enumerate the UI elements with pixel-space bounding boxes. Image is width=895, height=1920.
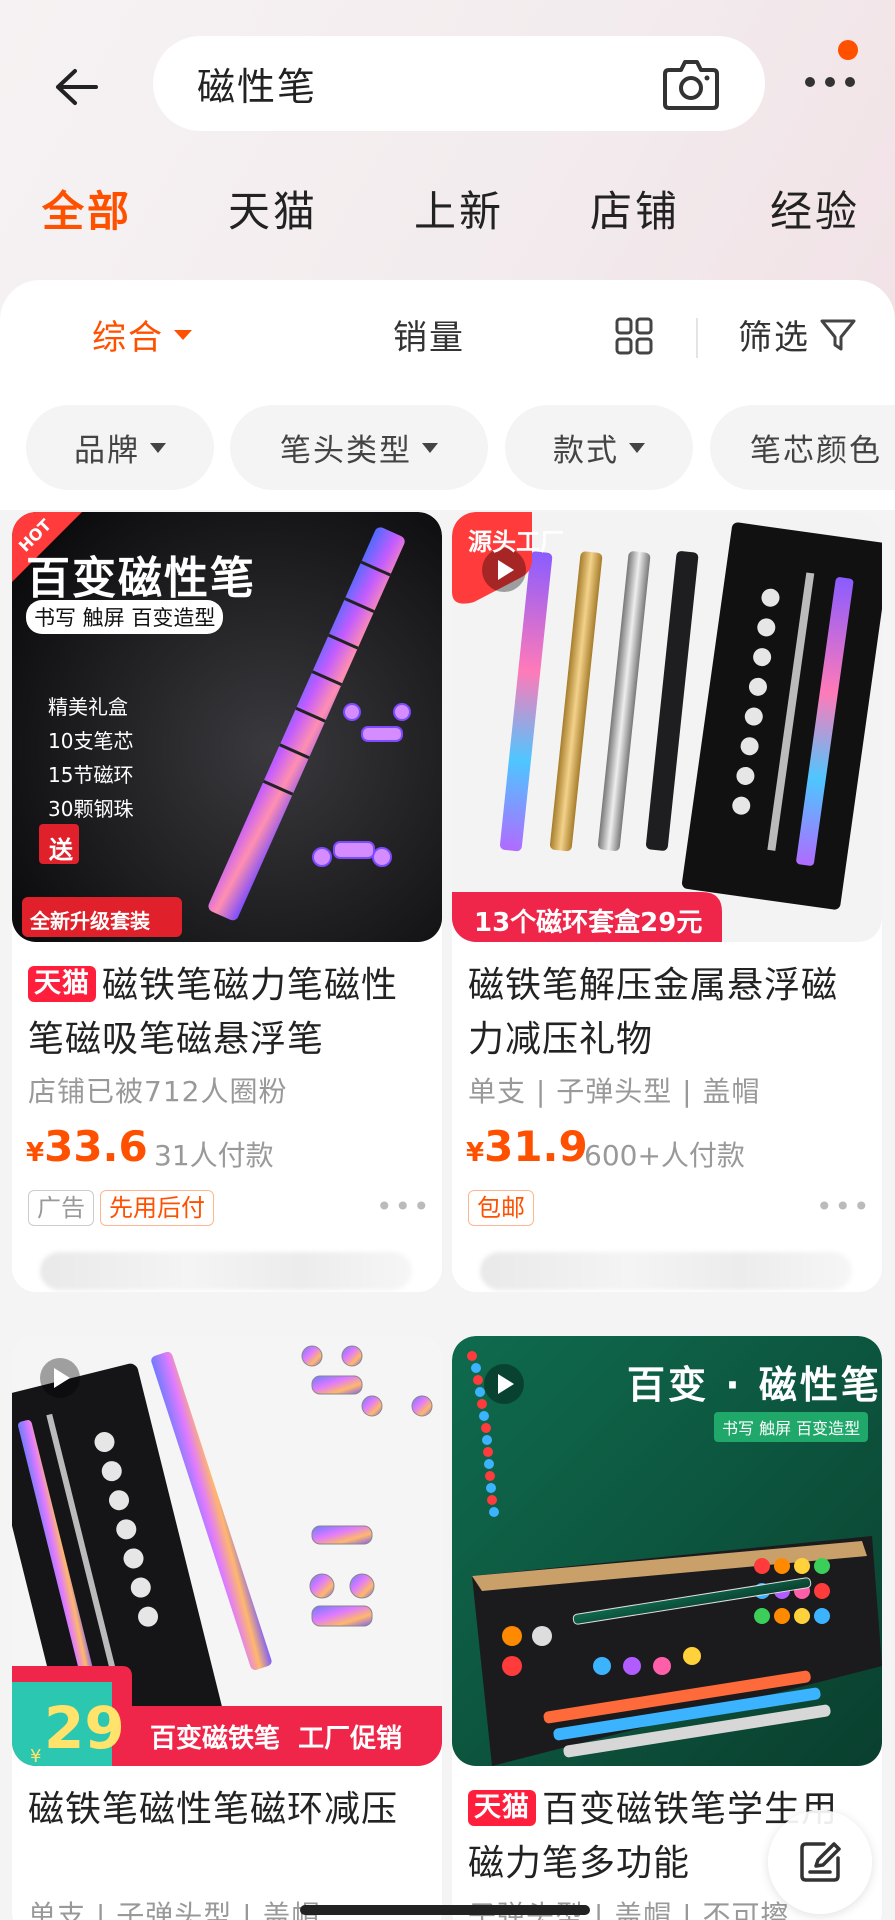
pay-later-tag: 先用后付 xyxy=(100,1190,214,1226)
shop-followers: 店铺已被712人圈粉 xyxy=(28,1075,288,1108)
product-image[interactable]: HOT 百变磁性笔 书写 触屏 百变造型 精美礼盒 10支笔芯 15节磁环 30… xyxy=(12,512,442,942)
tab-shops[interactable]: 店铺 xyxy=(590,178,680,239)
currency-symbol: ¥ xyxy=(466,1138,485,1168)
image-bottom-banner: 13个磁环套盒29元 xyxy=(474,908,703,938)
chip-brand-label: 品牌 xyxy=(74,433,140,469)
camera-search-button[interactable] xyxy=(661,56,721,112)
filter-label: 筛选 xyxy=(738,318,810,358)
product-price: ¥33.6 xyxy=(26,1122,148,1171)
product-specs: 单支 | 子弹头型 | 盖帽 xyxy=(468,1075,761,1108)
sold-count: 600+人付款 xyxy=(584,1139,745,1172)
image-headline: 百变 · 磁性笔 xyxy=(627,1363,882,1407)
camera-icon xyxy=(663,60,719,110)
product-card[interactable]: 源头工厂 13个磁环套盒29元 磁铁笔解压金属悬浮磁力减压礼物 单支 | 子弹头… xyxy=(452,512,882,1292)
more-dots-icon xyxy=(805,77,855,87)
video-play-icon xyxy=(482,548,526,592)
grid-view-icon xyxy=(615,317,653,355)
price-value: 33.6 xyxy=(44,1122,148,1171)
price-badge-currency: ¥ xyxy=(30,1746,42,1766)
sort-sales-label: 销量 xyxy=(393,318,465,358)
layout-toggle-button[interactable] xyxy=(614,316,654,356)
search-tabs: 全部 天猫 上新 店铺 经验 xyxy=(0,178,895,248)
image-subhead: 书写 触屏 百变造型 xyxy=(714,1412,869,1442)
sort-bar: 综合 销量 筛选 xyxy=(0,310,895,370)
image-bottom-banner: 全新升级套装 xyxy=(30,909,150,933)
product-card[interactable]: ¥ 29 百变磁铁笔 工厂促销 磁铁笔磁性笔磁环减压 单支 | 子弹头型 | 盖… xyxy=(12,1336,442,1920)
search-header: 磁性笔 xyxy=(0,0,895,150)
funnel-icon xyxy=(820,319,856,350)
caret-down-icon xyxy=(174,329,192,340)
filter-chips: 品牌 笔头类型 款式 笔芯颜色 xyxy=(0,405,895,490)
search-query: 磁性笔 xyxy=(197,65,318,109)
product-title: 磁铁笔解压金属悬浮磁力减压礼物 xyxy=(468,965,839,1060)
home-indicator xyxy=(300,1905,590,1915)
back-arrow-icon xyxy=(56,69,98,105)
sort-comprehensive[interactable]: 综合 xyxy=(92,310,192,359)
product-specs: 单支 | 子弹头型 | 盖帽 xyxy=(28,1899,321,1920)
sold-count: 31人付款 xyxy=(154,1139,274,1172)
caret-down-icon xyxy=(629,442,645,453)
chip-refill-color-label: 笔芯颜色 xyxy=(750,433,882,469)
tmall-badge: 天猫 xyxy=(28,966,96,1002)
chip-tip-type[interactable]: 笔头类型 xyxy=(230,405,488,490)
tab-all[interactable]: 全部 xyxy=(42,178,132,239)
tab-experience[interactable]: 经验 xyxy=(770,178,860,239)
product-image[interactable]: 百变 · 磁性笔 书写 触屏 百变造型 xyxy=(452,1336,882,1766)
price-badge-value: 29 xyxy=(44,1694,125,1762)
blurred-recommendation xyxy=(40,1252,412,1290)
feature-item: 15节磁环 xyxy=(48,763,134,787)
feedback-button[interactable] xyxy=(768,1810,872,1914)
edit-note-icon xyxy=(800,1842,841,1882)
chip-brand[interactable]: 品牌 xyxy=(26,405,214,490)
feature-item: 10支笔芯 xyxy=(48,729,134,753)
sort-sales[interactable]: 销量 xyxy=(393,310,465,359)
free-shipping-tag: 包邮 xyxy=(468,1190,534,1226)
sort-comprehensive-label: 综合 xyxy=(92,318,164,358)
notification-dot xyxy=(838,40,858,60)
gift-label: 送 xyxy=(49,836,73,864)
ad-tag: 广告 xyxy=(28,1190,94,1226)
sort-divider xyxy=(696,318,698,358)
chip-style[interactable]: 款式 xyxy=(505,405,693,490)
chip-tip-type-label: 笔头类型 xyxy=(280,433,412,469)
feature-item: 精美礼盒 xyxy=(48,695,128,719)
tab-new[interactable]: 上新 xyxy=(414,178,504,239)
tab-tmall[interactable]: 天猫 xyxy=(228,178,318,239)
more-options-button[interactable]: ••• xyxy=(376,1190,432,1223)
product-card[interactable]: HOT 百变磁性笔 书写 触屏 百变造型 精美礼盒 10支笔芯 15节磁环 30… xyxy=(12,512,442,1292)
more-button[interactable] xyxy=(800,60,860,104)
product-title: 天猫 磁铁笔磁力笔磁性笔磁吸笔磁悬浮笔 xyxy=(28,959,426,1067)
more-options-button[interactable]: ••• xyxy=(816,1190,872,1223)
filter-button[interactable]: 筛选 xyxy=(738,310,858,359)
caret-down-icon xyxy=(422,442,438,453)
image-subhead: 书写 触屏 百变造型 xyxy=(26,600,224,634)
product-image[interactable]: ¥ 29 百变磁铁笔 工厂促销 xyxy=(12,1336,442,1766)
tmall-badge: 天猫 xyxy=(468,1790,536,1826)
image-headline: 百变磁性笔 xyxy=(26,553,256,604)
product-image[interactable]: 源头工厂 13个磁环套盒29元 xyxy=(452,512,882,942)
chip-refill-color[interactable]: 笔芯颜色 xyxy=(710,405,895,490)
image-bottom-banner: 百变磁铁笔 工厂促销 xyxy=(150,1724,403,1754)
product-price: ¥31.9 xyxy=(466,1122,588,1171)
blurred-recommendation xyxy=(480,1252,852,1290)
product-title: 磁铁笔磁性笔磁环减压 xyxy=(28,1789,399,1830)
caret-down-icon xyxy=(150,442,166,453)
chip-style-label: 款式 xyxy=(553,433,619,469)
search-input[interactable]: 磁性笔 xyxy=(153,36,765,131)
feature-item: 30颗钢珠 xyxy=(48,797,134,821)
currency-symbol: ¥ xyxy=(26,1138,45,1168)
image-feature-list: 精美礼盒 10支笔芯 15节磁环 30颗钢珠 xyxy=(48,690,133,826)
back-button[interactable] xyxy=(44,55,108,119)
price-value: 31.9 xyxy=(484,1122,588,1171)
